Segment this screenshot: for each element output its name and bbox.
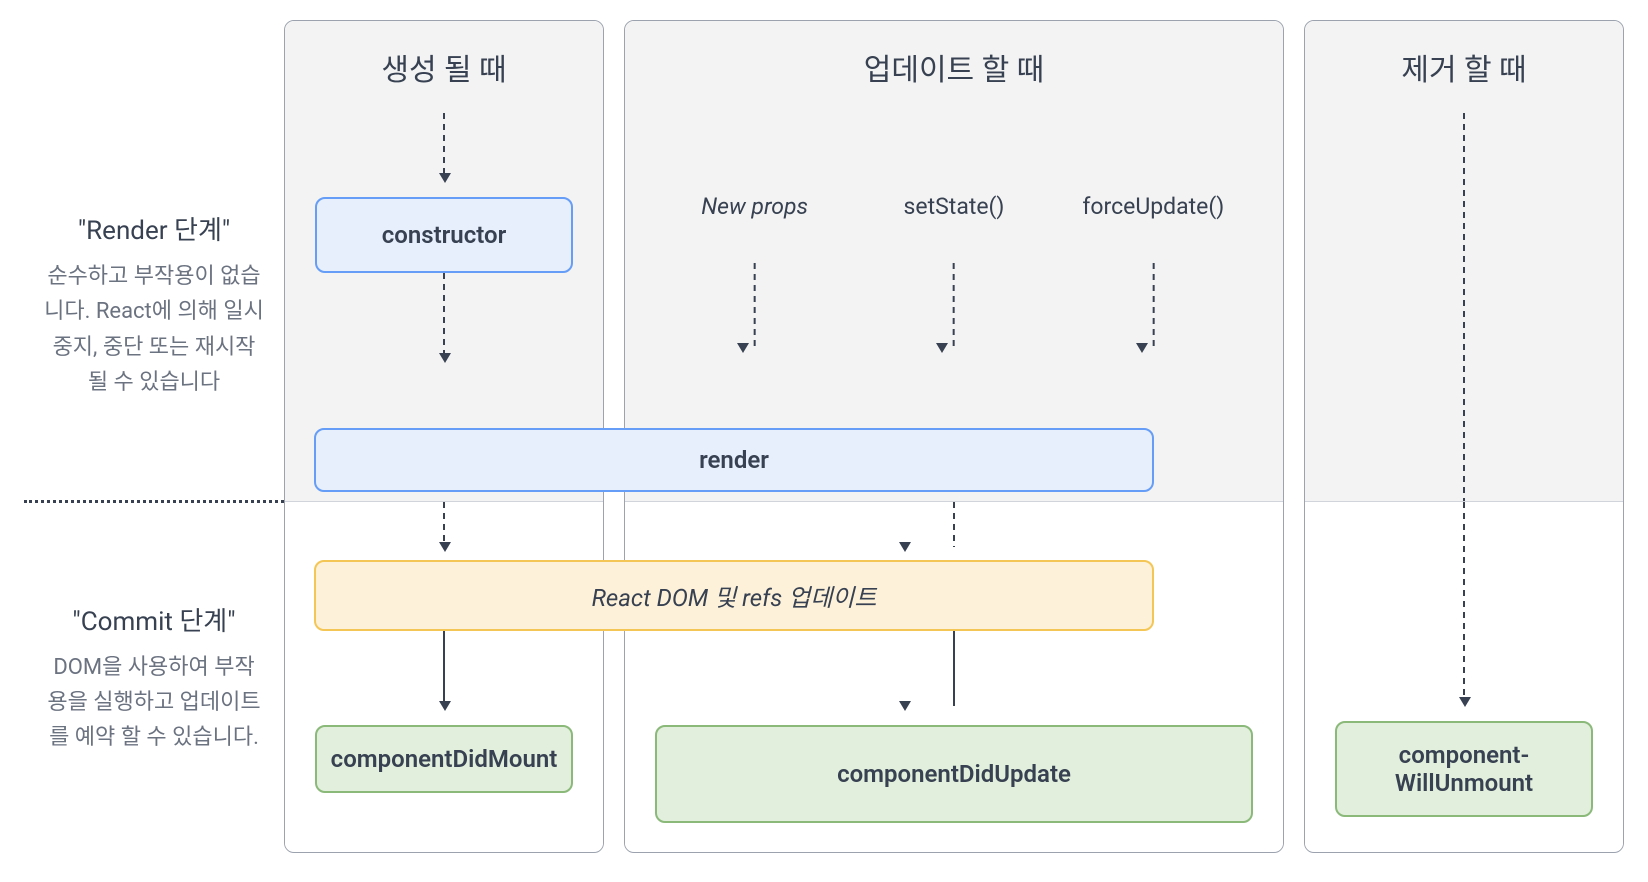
phase-labels-column: "Render 단계" 순수하고 부작용이 없습니다. React에 의해 일시… (24, 20, 284, 853)
component-did-mount-box[interactable]: component­DidMount (315, 725, 573, 793)
update-header: 업데이트 할 때 (625, 21, 1283, 113)
render-phase-title: "Render 단계" (44, 210, 264, 247)
arrow-update-setstate (855, 263, 1052, 363)
arrow-update-4 (625, 626, 1283, 721)
arrow-mount-1 (285, 113, 603, 193)
arrow-unmount-1 (1305, 113, 1623, 503)
commit-phase-description: DOM을 사용하여 부작용을 실행하고 업데이트를 예약 할 수 있습니다. (44, 650, 264, 756)
set-state-trigger: setState() (855, 193, 1052, 220)
arrow-update-3 (625, 502, 1283, 557)
mount-header: 생성 될 때 (285, 21, 603, 113)
constructor-box[interactable]: constructor (315, 197, 573, 273)
react-dom-refs-update-box: React DOM 및 refs 업데이트 (314, 560, 1154, 631)
arrow-mount-4 (285, 626, 603, 721)
lifecycle-diagram: "Render 단계" 순수하고 부작용이 없습니다. React에 의해 일시… (24, 20, 1624, 853)
arrow-mount-2 (285, 273, 603, 373)
component-will-unmount-box[interactable]: component­WillUnmount (1335, 721, 1593, 817)
lifecycle-columns: render React DOM 및 refs 업데이트 생성 될 때 cons… (284, 20, 1624, 853)
force-update-trigger: force­Update() (1055, 193, 1252, 220)
render-phase-label: "Render 단계" 순수하고 부작용이 없습니다. React에 의해 일시… (24, 110, 284, 500)
unmount-header: 제거 할 때 (1305, 21, 1623, 113)
commit-phase-label: "Commit 단계" DOM을 사용하여 부작용을 실행하고 업데이트를 예약… (24, 503, 284, 853)
render-phase-description: 순수하고 부작용이 없습니다. React에 의해 일시 중지, 중단 또는 재… (44, 259, 264, 400)
arrow-update-props (656, 263, 853, 363)
component-did-update-box[interactable]: componentDidUpdate (655, 725, 1253, 823)
arrow-update-force (1055, 263, 1252, 363)
arrow-unmount-2 (1305, 502, 1623, 717)
render-box[interactable]: render (314, 428, 1154, 492)
arrow-mount-3 (285, 502, 603, 557)
unmount-column: 제거 할 때 component­WillUnmount (1304, 20, 1624, 853)
new-props-trigger: New props (656, 193, 853, 220)
commit-phase-title: "Commit 단계" (44, 601, 264, 638)
